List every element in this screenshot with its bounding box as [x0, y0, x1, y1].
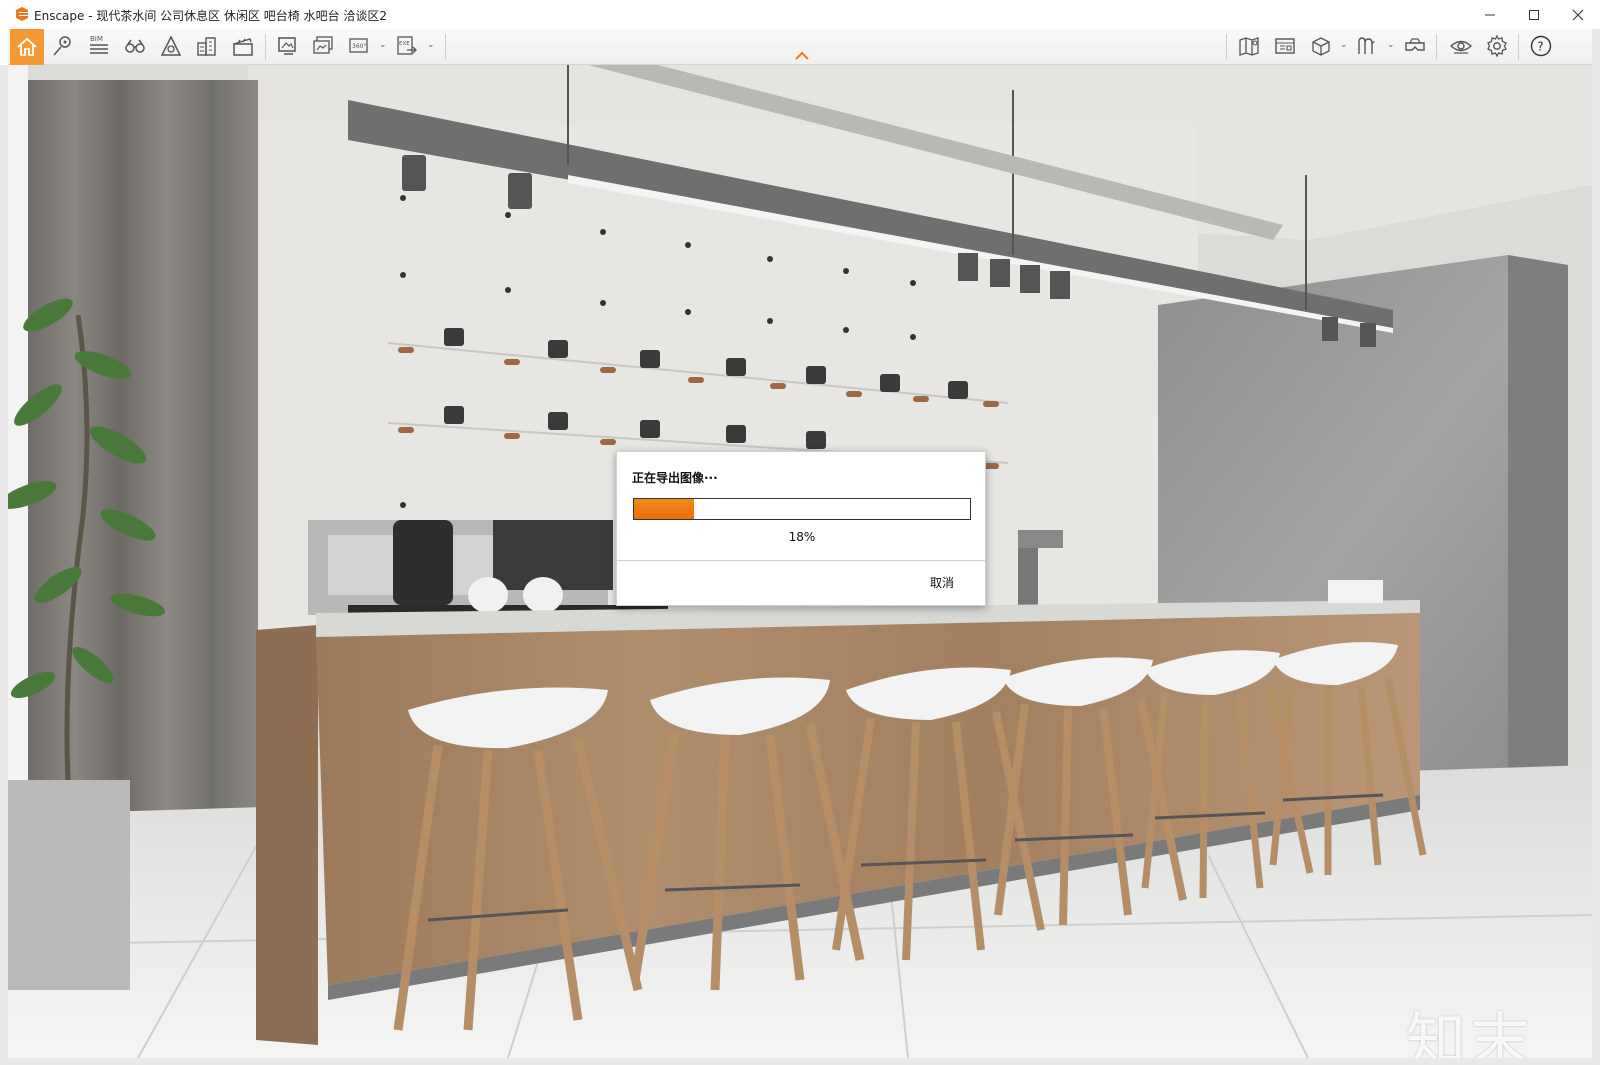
bim-button[interactable]: BIM — [84, 31, 114, 61]
svg-text:360°: 360° — [352, 43, 366, 50]
settings-button[interactable] — [1482, 31, 1512, 61]
svg-text:EXE: EXE — [399, 41, 410, 47]
close-button[interactable] — [1556, 0, 1600, 29]
binoculars-icon — [125, 39, 145, 53]
enscape-logo-icon — [16, 7, 28, 21]
window-title: Enscape - 现代茶水间 公司休息区 休闲区 吧台椅 水吧台 洽谈区2 — [34, 9, 388, 23]
enscape-window: Enscape - 现代茶水间 公司休息区 休闲区 吧台椅 水吧台 洽谈区2 B… — [0, 0, 1600, 1065]
atmosphere-icon — [160, 35, 182, 56]
section-cube-icon — [1312, 37, 1330, 56]
clapperboard-icon — [233, 38, 253, 56]
chevron-down-icon[interactable]: ⌄ — [379, 40, 389, 52]
visibility-eye-icon — [1449, 40, 1473, 54]
settings-gear-icon — [1487, 34, 1507, 58]
minimap-icon — [1239, 37, 1259, 56]
minimize-icon — [1485, 14, 1495, 15]
visual-settings-button[interactable] — [1446, 31, 1476, 61]
material-library-button[interactable] — [1352, 31, 1382, 61]
close-icon — [1572, 9, 1584, 20]
window-left-edge — [0, 65, 8, 1058]
panorama-360-icon: 360° — [349, 38, 368, 53]
enscape-toolbar: BIM 360° ⌄ EXE ⌄ ⌄ ⌄ ? — [8, 29, 1592, 65]
toolbar-separator — [1518, 34, 1519, 60]
export-exe-icon: EXE — [397, 36, 417, 55]
svg-text:BIM: BIM — [90, 35, 103, 43]
toolbar-separator — [1436, 34, 1437, 60]
batch-render-button[interactable] — [308, 31, 338, 61]
screenshot-icon — [278, 37, 296, 55]
minimize-button[interactable] — [1468, 0, 1512, 29]
dialog-title: 正在导出图像··· — [632, 471, 718, 485]
title-bar: Enscape - 现代茶水间 公司休息区 休闲区 吧台椅 水吧台 洽谈区2 — [0, 0, 1600, 29]
batch-render-icon — [313, 36, 333, 54]
panorama-button[interactable]: 360° — [344, 31, 374, 61]
section-cube-button[interactable] — [1306, 31, 1336, 61]
window-right-edge — [1592, 29, 1600, 1065]
bim-icon: BIM — [90, 35, 108, 54]
chevron-down-icon[interactable]: ⌄ — [427, 40, 437, 52]
export-progress-bar — [633, 498, 971, 520]
dialog-divider — [617, 560, 985, 561]
export-progress-dialog: 正在导出图像··· 18% 取消 — [616, 451, 986, 606]
svg-text:?: ? — [1537, 40, 1543, 54]
toolbar-separator — [1226, 34, 1227, 60]
video-editor-button[interactable] — [228, 31, 258, 61]
chevron-down-icon[interactable]: ⌄ — [1340, 40, 1350, 52]
toolbar-separator — [265, 34, 266, 60]
progress-fill — [634, 499, 695, 519]
camera-location-button[interactable] — [48, 31, 78, 61]
atmosphere-button[interactable] — [156, 31, 186, 61]
material-library-icon — [1358, 37, 1375, 54]
buildings-icon — [197, 37, 216, 56]
watermark-brand: 知末 — [1406, 1007, 1534, 1058]
cancel-button[interactable]: 取消 — [917, 572, 967, 594]
home-button[interactable] — [10, 29, 44, 65]
help-button[interactable]: ? — [1526, 31, 1556, 61]
maximize-icon — [1529, 9, 1539, 20]
views-manager-icon — [1275, 38, 1295, 54]
maximize-button[interactable] — [1512, 0, 1556, 29]
screenshot-button[interactable] — [272, 31, 302, 61]
collapse-toolbar-chevron-up-icon[interactable] — [794, 51, 810, 61]
vr-headset-button[interactable] — [1400, 31, 1430, 61]
home-icon — [17, 37, 37, 56]
minimap-button[interactable] — [1234, 31, 1264, 61]
views-manager-button[interactable] — [1270, 31, 1300, 61]
vr-headset-icon — [1405, 38, 1425, 51]
export-exe-button[interactable]: EXE — [392, 31, 422, 61]
progress-percent-label: 18% — [788, 530, 816, 544]
help-icon: ? — [1530, 35, 1552, 57]
toolbar-separator — [445, 34, 446, 60]
window-bottom-edge — [0, 1058, 1600, 1065]
chevron-down-icon[interactable]: ⌄ — [1387, 40, 1397, 52]
assets-button[interactable] — [192, 31, 222, 61]
walk-mode-button[interactable] — [120, 31, 150, 61]
map-pin-icon — [53, 36, 71, 56]
